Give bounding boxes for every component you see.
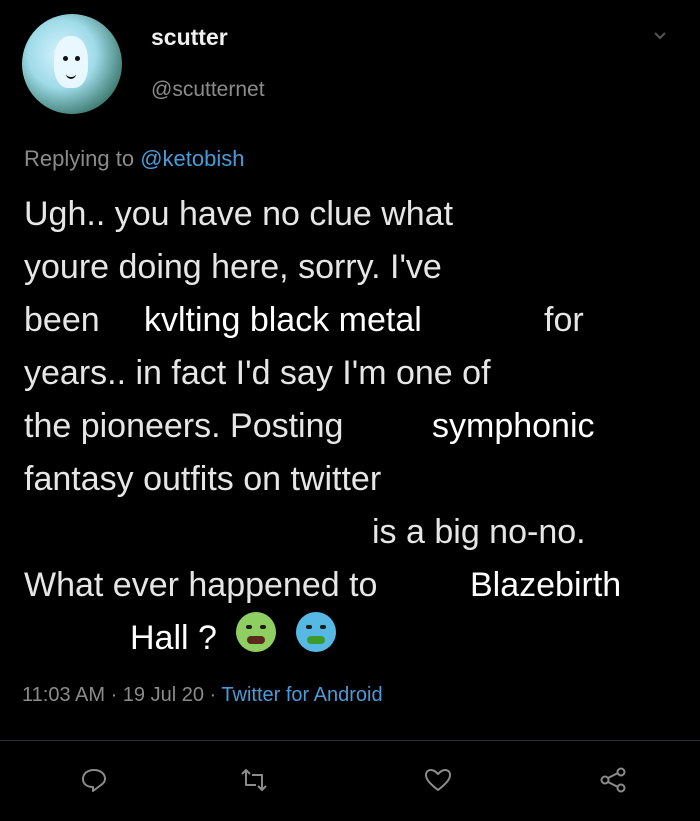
user-handle[interactable]: @scutternet [151, 78, 265, 102]
emoji-eye [246, 625, 252, 629]
tweet-line-2: youre doing here, sorry. I've [24, 248, 442, 286]
tweet-line-8: What ever happened to [24, 566, 378, 604]
share-button[interactable] [593, 760, 633, 800]
overlay-kvlting-text: kvlting black metal [144, 294, 422, 347]
tweet-line-3-end: for [544, 301, 584, 339]
emoji-mouth [307, 636, 325, 644]
tweet-source-link[interactable]: Twitter for Android [221, 684, 382, 706]
retweet-icon [241, 769, 267, 791]
replying-prefix: Replying to [24, 146, 135, 171]
tweet-line-5: the pioneers. Posting [24, 407, 344, 445]
overlay-hall-text: Hall ? [130, 612, 217, 665]
reply-button[interactable] [74, 760, 114, 800]
retweet-button[interactable] [234, 760, 274, 800]
avatar-eye-right [75, 56, 80, 61]
tweet-timestamp[interactable]: 11:03 AM · 19 Jul 20 · [22, 684, 216, 706]
overlay-blazebirth-text: Blazebirth [470, 559, 622, 612]
reply-icon [82, 769, 106, 792]
reply-mention-link[interactable]: @ketobish [140, 146, 244, 171]
emoji-mouth [247, 636, 265, 644]
tweet-line-1: Ugh.. you have no clue what [24, 195, 454, 233]
display-name[interactable]: scutter [151, 24, 228, 51]
tweet-metadata: 11:03 AM · 19 Jul 20 · Twitter for Andro… [22, 684, 383, 707]
overlay-symphonic-text: symphonic [432, 400, 595, 453]
avatar-mouth [66, 73, 76, 79]
emoji-eye [306, 625, 312, 629]
heart-icon [425, 769, 451, 791]
vomiting-face-emoji [296, 612, 336, 652]
like-button[interactable] [418, 760, 458, 800]
divider [0, 740, 700, 741]
nauseated-face-emoji [236, 612, 276, 652]
tweet-line-6: fantasy outfits on twitter [24, 460, 382, 498]
tweet-line-3-start: been [24, 301, 100, 339]
chevron-down-icon[interactable] [652, 28, 668, 44]
avatar[interactable] [22, 14, 122, 114]
avatar-eye-left [63, 56, 68, 61]
avatar-face [54, 36, 88, 88]
tweet-line-7: is a big no-no. [372, 513, 586, 551]
share-icon [600, 767, 626, 793]
emoji-eye [260, 625, 266, 629]
emoji-eye [320, 625, 326, 629]
replying-to: Replying to @ketobish [24, 146, 244, 172]
tweet-line-4: years.. in fact I'd say I'm one of [24, 354, 491, 392]
